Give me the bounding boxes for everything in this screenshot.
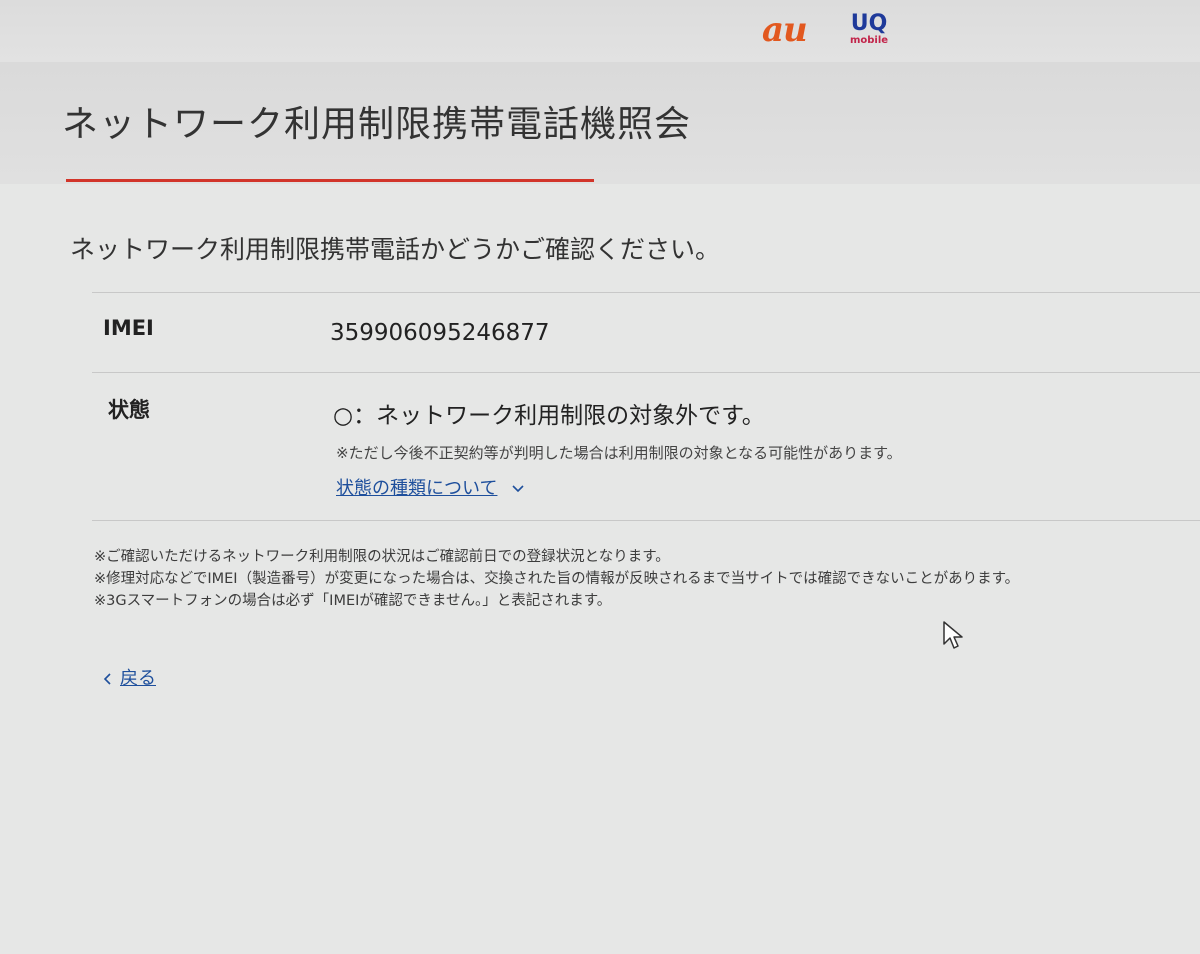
note-line: ※修理対応などでIMEI（製造番号）が変更になった場合は、交換された旨の情報が反… xyxy=(94,571,1020,587)
uq-mobile-logo[interactable]: UQ mobile xyxy=(845,12,893,60)
chevron-left-icon xyxy=(103,673,111,685)
back-link-label: 戻る xyxy=(120,668,156,689)
page-title: ネットワーク利用制限携帯電話機照会 xyxy=(62,104,692,145)
chevron-down-icon xyxy=(512,485,524,493)
top-bar: au UQ mobile xyxy=(0,0,1200,62)
intro-text: ネットワーク利用制限携帯電話かどうかご確認ください。 xyxy=(70,235,721,264)
divider xyxy=(92,372,1200,373)
imei-label: IMEI xyxy=(103,316,154,340)
note-line: ※ご確認いただけるネットワーク利用制限の状況はご確認前日での登録状況となります。 xyxy=(94,549,670,565)
back-link[interactable]: 戻る xyxy=(102,664,156,690)
uq-logo-subtext: mobile xyxy=(849,35,889,46)
title-underline xyxy=(66,179,594,182)
status-value: ○：ネットワーク利用制限の対象外です。 xyxy=(333,403,765,429)
mouse-pointer-icon xyxy=(943,621,963,649)
divider xyxy=(92,520,1200,521)
au-logo[interactable]: au xyxy=(762,10,808,50)
imei-value: 359906095246877 xyxy=(330,320,550,346)
status-types-link[interactable]: 状態の種類について xyxy=(336,474,525,500)
notes-block: ※ご確認いただけるネットワーク利用制限の状況はご確認前日での登録状況となります。… xyxy=(94,546,1019,612)
uq-logo-text: UQ xyxy=(850,11,888,36)
note-line: ※3Gスマートフォンの場合は必ず「IMEIが確認できません。」と表記されます。 xyxy=(94,593,612,609)
status-label: 状態 xyxy=(108,398,150,422)
status-types-link-label: 状態の種類について xyxy=(336,478,498,499)
status-note: ※ただし今後不正契約等が判明した場合は利用制限の対象となる可能性があります。 xyxy=(336,444,902,462)
divider xyxy=(92,292,1200,293)
